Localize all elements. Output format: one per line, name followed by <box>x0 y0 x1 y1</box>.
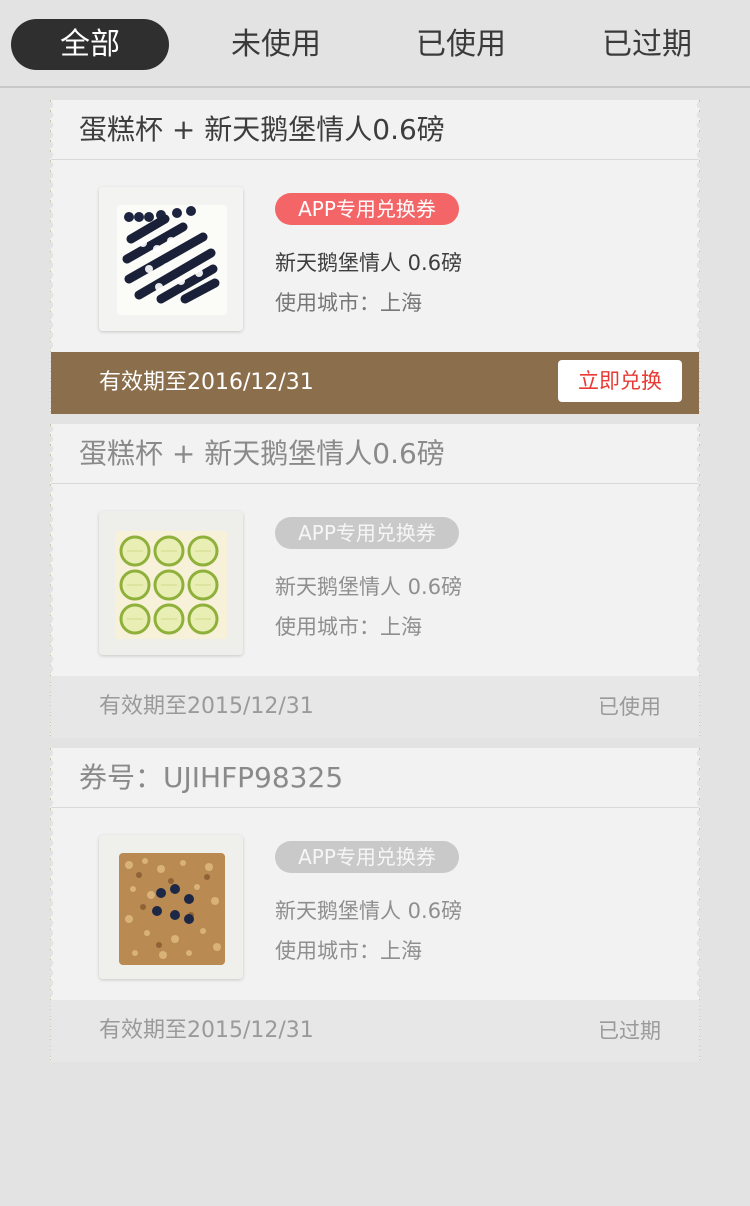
nut-cake-icon <box>99 835 243 979</box>
expiry-date: 有效期至2015/12/31 <box>99 694 314 719</box>
tab-all[interactable]: 全部 <box>11 19 169 70</box>
tab-expired[interactable]: 已过期 <box>568 19 726 70</box>
redeem-button[interactable]: 立即兑换 <box>558 360 682 402</box>
coupon-card[interactable]: 蛋糕杯 + 新天鹅堡情人0.6磅 APP专用兑换券 新天鹅堡情人 0.6磅 使用… <box>50 424 700 738</box>
usage-city: 使用城市：上海 <box>275 939 422 963</box>
coupon-card[interactable]: 券号：UJIHFP98325 APP专用兑换券 新天鹅堡情人 0.6磅 使用城市… <box>50 748 700 1062</box>
coupon-card[interactable]: 蛋糕杯 + 新天鹅堡情人0.6磅 APP专用兑换券 新天鹅堡情人 0.6磅 使用… <box>50 100 700 414</box>
tab-used[interactable]: 已使用 <box>382 19 540 70</box>
status-label: 已过期 <box>598 1019 661 1043</box>
lime-cake-icon <box>99 511 243 655</box>
coupon-body: APP专用兑换券 新天鹅堡情人 0.6磅 使用城市：上海 <box>51 160 699 352</box>
tab-bar: 全部 未使用 已使用 已过期 <box>0 0 750 88</box>
expiry-date: 有效期至2016/12/31 <box>99 370 314 395</box>
product-name: 新天鹅堡情人 0.6磅 <box>275 575 463 599</box>
coupon-footer: 有效期至2015/12/31 已过期 <box>51 1000 699 1062</box>
blueberry-cake-icon <box>99 187 243 331</box>
status-label: 已使用 <box>598 695 661 719</box>
expiry-date: 有效期至2015/12/31 <box>99 1018 314 1043</box>
coupon-title: 蛋糕杯 + 新天鹅堡情人0.6磅 <box>51 100 699 160</box>
app-coupon-badge: APP专用兑换券 <box>275 841 459 873</box>
coupon-footer: 有效期至2016/12/31 立即兑换 <box>51 352 699 414</box>
app-coupon-badge: APP专用兑换券 <box>275 193 459 225</box>
usage-city: 使用城市：上海 <box>275 615 422 639</box>
usage-city: 使用城市：上海 <box>275 291 422 315</box>
app-coupon-badge: APP专用兑换券 <box>275 517 459 549</box>
product-name: 新天鹅堡情人 0.6磅 <box>275 899 463 923</box>
coupon-title: 蛋糕杯 + 新天鹅堡情人0.6磅 <box>51 424 699 484</box>
coupon-body: APP专用兑换券 新天鹅堡情人 0.6磅 使用城市：上海 <box>51 484 699 676</box>
coupon-footer: 有效期至2015/12/31 已使用 <box>51 676 699 738</box>
coupon-body: APP专用兑换券 新天鹅堡情人 0.6磅 使用城市：上海 <box>51 808 699 1000</box>
coupon-number: 券号：UJIHFP98325 <box>51 748 699 808</box>
product-name: 新天鹅堡情人 0.6磅 <box>275 251 463 275</box>
tab-unused[interactable]: 未使用 <box>197 19 355 70</box>
